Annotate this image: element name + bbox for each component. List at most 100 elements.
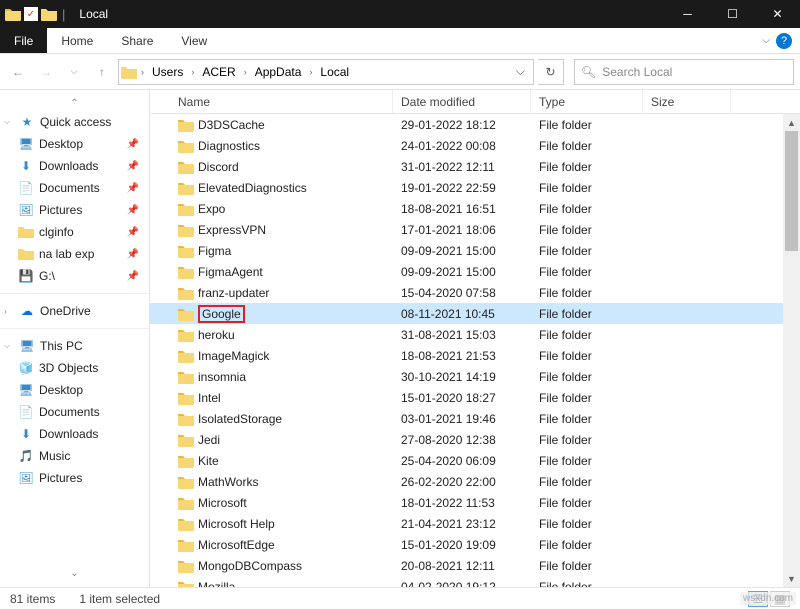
file-row[interactable]: Intel15-01-2020 18:27File folder	[150, 387, 800, 408]
nav-thispc[interactable]: ⌵🖥This PC	[0, 335, 149, 357]
folder-icon	[178, 180, 194, 196]
expand-ribbon-icon[interactable]: ⌵	[762, 35, 770, 46]
file-name: Expo	[198, 202, 225, 216]
file-type: File folder	[531, 139, 643, 153]
file-row[interactable]: heroku31-08-2021 15:03File folder	[150, 324, 800, 345]
breadcrumb-item[interactable]: Users	[148, 63, 187, 81]
breadcrumb-sep[interactable]: ›	[139, 67, 146, 77]
file-row[interactable]: Discord31-01-2022 12:11File folder	[150, 156, 800, 177]
address-dropdown[interactable]: ⌵	[510, 64, 531, 79]
file-row[interactable]: Diagnostics24-01-2022 00:08File folder	[150, 135, 800, 156]
file-row[interactable]: Jedi27-08-2020 12:38File folder	[150, 429, 800, 450]
maximize-button[interactable]: ☐	[710, 0, 755, 28]
home-tab[interactable]: Home	[47, 28, 107, 53]
address-bar[interactable]: › Users› ACER› AppData› Local ⌵	[118, 59, 534, 85]
nav-downloads[interactable]: ⬇Downloads📌	[0, 155, 149, 177]
file-date: 15-01-2020 19:09	[393, 538, 531, 552]
file-row[interactable]: FigmaAgent09-09-2021 15:00File folder	[150, 261, 800, 282]
file-row[interactable]: MicrosoftEdge15-01-2020 19:09File folder	[150, 534, 800, 555]
file-row[interactable]: franz-updater15-04-2020 07:58File folder	[150, 282, 800, 303]
file-row[interactable]: IsolatedStorage03-01-2021 19:46File fold…	[150, 408, 800, 429]
nav-3dobjects[interactable]: 🧊3D Objects	[0, 357, 149, 379]
column-type[interactable]: Type	[531, 90, 643, 113]
file-row[interactable]: Figma09-09-2021 15:00File folder	[150, 240, 800, 261]
breadcrumb-item[interactable]: Local	[316, 63, 353, 81]
file-name: Microsoft Help	[198, 517, 275, 531]
pin-icon: 📌	[127, 249, 139, 260]
file-row[interactable]: Mozilla04-02-2020 19:12File folder	[150, 576, 800, 587]
file-type: File folder	[531, 160, 643, 174]
nav-desktop2[interactable]: 🖥Desktop	[0, 379, 149, 401]
file-row[interactable]: insomnia30-10-2021 14:19File folder	[150, 366, 800, 387]
file-row[interactable]: Kite25-04-2020 06:09File folder	[150, 450, 800, 471]
nav-documents2[interactable]: 📄Documents	[0, 401, 149, 423]
file-date: 25-04-2020 06:09	[393, 454, 531, 468]
status-selected-count: 1 item selected	[79, 592, 160, 606]
file-tab[interactable]: File	[0, 28, 47, 53]
help-icon[interactable]: ?	[776, 33, 792, 49]
nav-music[interactable]: 🎵Music	[0, 445, 149, 467]
nav-downloads2[interactable]: ⬇Downloads	[0, 423, 149, 445]
view-tab[interactable]: View	[167, 28, 221, 53]
file-row[interactable]: D3DSCache29-01-2022 18:12File folder	[150, 114, 800, 135]
file-date: 31-01-2022 12:11	[393, 160, 531, 174]
file-row[interactable]: Microsoft Help21-04-2021 23:12File folde…	[150, 513, 800, 534]
file-row[interactable]: MathWorks26-02-2020 22:00File folder	[150, 471, 800, 492]
quick-access[interactable]: ⌵★Quick access	[0, 111, 149, 133]
file-type: File folder	[531, 433, 643, 447]
scroll-up-button[interactable]: ▲	[783, 114, 800, 131]
file-row[interactable]: ElevatedDiagnostics19-01-2022 22:59File …	[150, 177, 800, 198]
properties-icon[interactable]: ✓	[24, 7, 38, 21]
nav-clginfo[interactable]: clginfo📌	[0, 221, 149, 243]
scroll-down-button[interactable]: ▼	[783, 570, 800, 587]
breadcrumb-item[interactable]: ACER	[198, 63, 239, 81]
up-button[interactable]: ↑	[90, 60, 114, 84]
recent-dropdown[interactable]: ⌵	[62, 60, 86, 84]
folder-icon	[4, 5, 22, 23]
column-name[interactable]: Name	[170, 90, 393, 113]
file-row[interactable]: Google08-11-2021 10:45File folder	[150, 303, 800, 324]
forward-button[interactable]: →	[34, 60, 58, 84]
file-name: Jedi	[198, 433, 220, 447]
breadcrumb-item[interactable]: AppData	[251, 63, 306, 81]
back-button[interactable]: ←	[6, 60, 30, 84]
column-size[interactable]: Size	[643, 90, 731, 113]
minimize-button[interactable]: ─	[665, 0, 710, 28]
nav-nalabexp[interactable]: na lab exp📌	[0, 243, 149, 265]
search-box[interactable]: 🔍︎ Search Local	[574, 59, 794, 85]
file-name: MathWorks	[198, 475, 258, 489]
search-icon: 🔍︎	[581, 65, 596, 79]
vertical-scrollbar[interactable]: ▲ ▼	[783, 114, 800, 587]
scrollbar-thumb[interactable]	[785, 131, 798, 251]
nav-gdrive[interactable]: 💾G:\📌	[0, 265, 149, 287]
folder-icon	[178, 222, 194, 238]
folder-icon	[178, 537, 194, 553]
file-date: 03-01-2021 19:46	[393, 412, 531, 426]
file-row[interactable]: ImageMagick18-08-2021 21:53File folder	[150, 345, 800, 366]
close-button[interactable]: ✕	[755, 0, 800, 28]
folder-icon	[178, 558, 194, 574]
file-name: Mozilla	[198, 580, 235, 588]
nav-documents[interactable]: 📄Documents📌	[0, 177, 149, 199]
file-date: 21-04-2021 23:12	[393, 517, 531, 531]
file-row[interactable]: MongoDBCompass20-08-2021 12:11File folde…	[150, 555, 800, 576]
qat-folder-icon	[40, 5, 58, 23]
nav-pictures2[interactable]: 🖼Pictures	[0, 467, 149, 489]
file-name: Microsoft	[198, 496, 247, 510]
scroll-up-icon[interactable]: ⌃	[0, 96, 149, 111]
column-date[interactable]: Date modified	[393, 90, 531, 113]
file-type: File folder	[531, 118, 643, 132]
scroll-down-icon[interactable]: ⌄	[0, 566, 149, 581]
file-row[interactable]: ExpressVPN17-01-2021 18:06File folder	[150, 219, 800, 240]
watermark: wsxdn.com	[740, 592, 796, 605]
file-type: File folder	[531, 265, 643, 279]
refresh-button[interactable]: ↻	[538, 59, 564, 85]
share-tab[interactable]: Share	[107, 28, 167, 53]
nav-onedrive[interactable]: ›☁OneDrive	[0, 300, 149, 322]
nav-desktop[interactable]: 🖥Desktop📌	[0, 133, 149, 155]
folder-icon	[178, 159, 194, 175]
pin-icon: 📌	[127, 227, 139, 238]
file-row[interactable]: Microsoft18-01-2022 11:53File folder	[150, 492, 800, 513]
nav-pictures[interactable]: 🖼Pictures📌	[0, 199, 149, 221]
file-row[interactable]: Expo18-08-2021 16:51File folder	[150, 198, 800, 219]
